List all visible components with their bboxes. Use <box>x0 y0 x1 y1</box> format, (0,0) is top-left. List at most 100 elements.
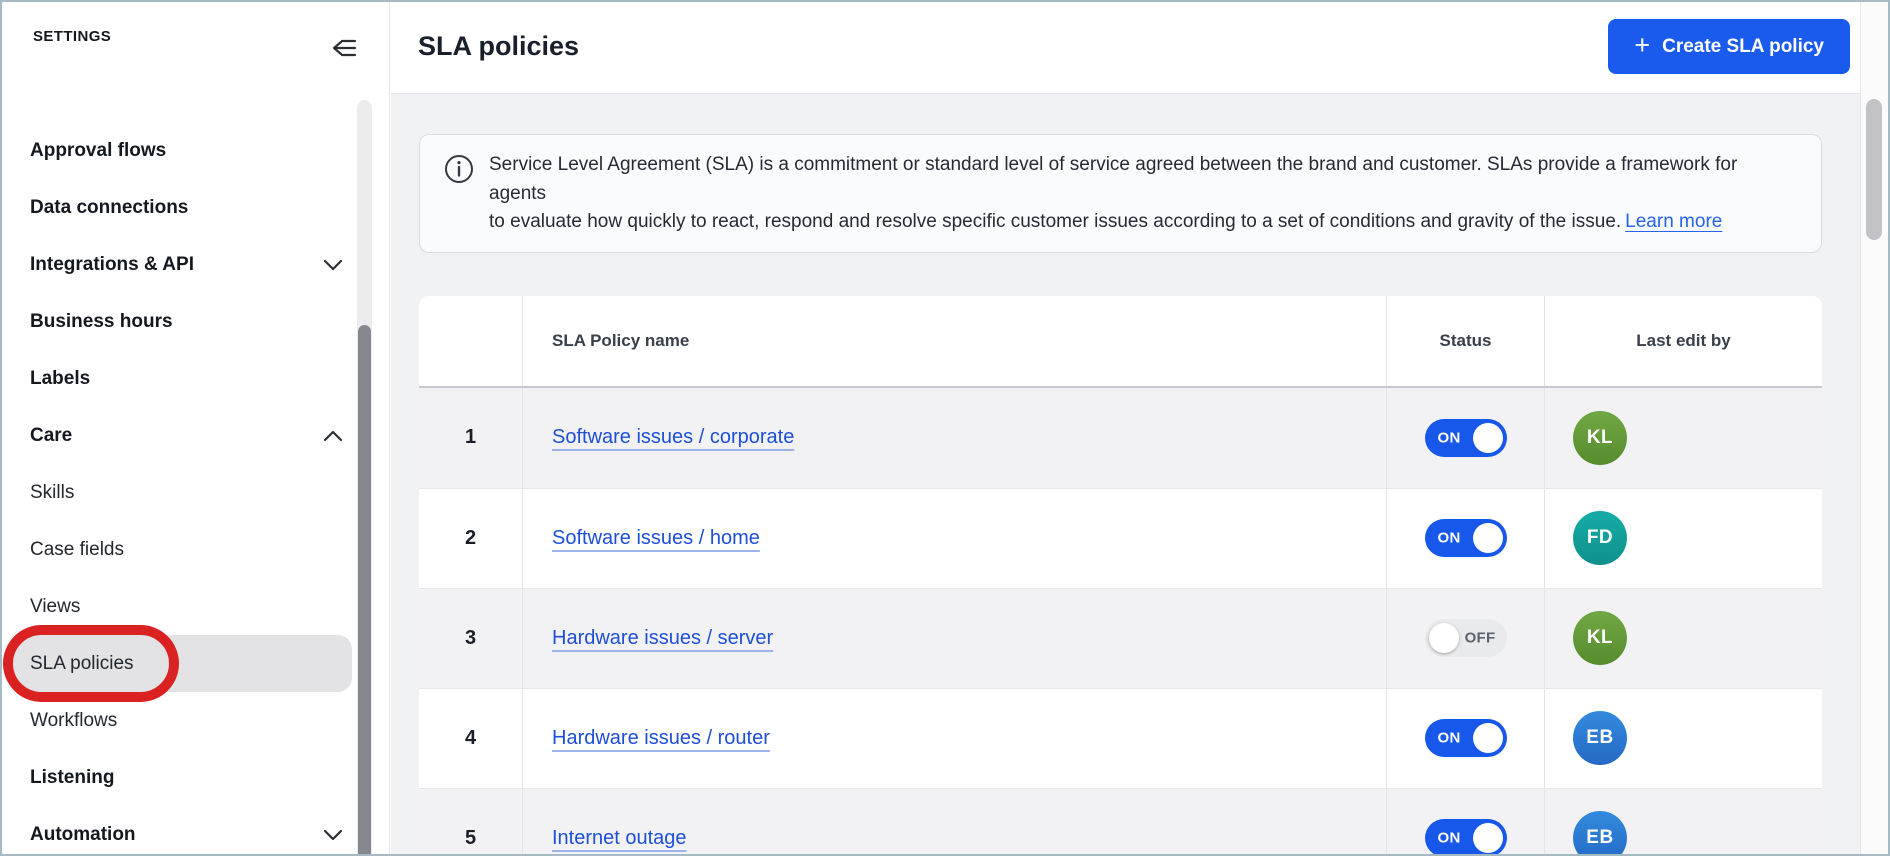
info-icon <box>444 154 474 237</box>
toggle-knob <box>1473 523 1503 553</box>
toggle-knob <box>1473 423 1503 453</box>
policy-name-cell: Software issues / home <box>522 489 1386 588</box>
sidebar-item-label: Labels <box>30 368 90 390</box>
sidebar-item-label: Case fields <box>30 539 124 561</box>
sidebar-item-label: Automation <box>30 824 136 846</box>
policy-name-link[interactable]: Hardware issues / server <box>523 627 773 650</box>
editor-avatar: KL <box>1573 411 1627 465</box>
sidebar-item-label: Skills <box>30 482 74 504</box>
toggle-state-label: ON <box>1438 730 1461 747</box>
table-row: 3 Hardware issues / server OFF KL <box>419 588 1822 688</box>
sidebar-item-label: Integrations & API <box>30 254 194 276</box>
sidebar-item-case-fields[interactable]: Case fields <box>0 521 389 578</box>
table-header-row: SLA Policy name Status Last edit by <box>419 296 1822 388</box>
toggle-state-label: OFF <box>1465 630 1496 647</box>
plus-icon: + <box>1634 32 1650 59</box>
column-header-status: Status <box>1386 296 1544 386</box>
sidebar-item-workflows[interactable]: Workflows <box>0 692 389 749</box>
toggle-knob <box>1429 623 1459 653</box>
status-toggle[interactable]: ON <box>1425 719 1507 757</box>
main-scrollbar-thumb[interactable] <box>1866 99 1882 240</box>
status-cell: ON <box>1386 489 1544 588</box>
chevron-down-icon <box>323 259 343 271</box>
last-edit-by-cell: KL <box>1544 589 1822 688</box>
table-row: 5 Internet outage ON EB <box>419 788 1822 855</box>
sidebar-item-care[interactable]: Care <box>0 407 389 464</box>
sidebar-item-data-connections[interactable]: Data connections <box>0 179 389 236</box>
toggle-knob <box>1473 823 1503 853</box>
settings-sidebar: SETTINGS Approval flows Data connections… <box>0 0 390 856</box>
status-cell: ON <box>1386 388 1544 488</box>
sidebar-scrollbar-thumb[interactable] <box>358 325 371 856</box>
policy-name-cell: Software issues / corporate <box>522 388 1386 488</box>
table-row: 2 Software issues / home ON FD <box>419 488 1822 588</box>
sidebar-item-integrations-api[interactable]: Integrations & API <box>0 236 389 293</box>
row-number: 4 <box>419 689 522 788</box>
chevron-down-icon <box>323 829 343 841</box>
status-toggle[interactable]: ON <box>1425 519 1507 557</box>
editor-avatar: FD <box>1573 511 1627 565</box>
status-cell: OFF <box>1386 589 1544 688</box>
policy-name-link[interactable]: Internet outage <box>523 827 687 850</box>
toggle-knob <box>1473 723 1503 753</box>
sidebar-item-labels[interactable]: Labels <box>0 350 389 407</box>
sla-info-banner: Service Level Agreement (SLA) is a commi… <box>419 134 1822 253</box>
row-number: 3 <box>419 589 522 688</box>
sidebar-item-label: Workflows <box>30 710 117 732</box>
sidebar-item-label: Approval flows <box>30 140 166 162</box>
sidebar-item-label: Views <box>30 596 80 618</box>
status-cell: ON <box>1386 789 1544 855</box>
last-edit-by-cell: KL <box>1544 388 1822 488</box>
row-number: 2 <box>419 489 522 588</box>
toggle-state-label: ON <box>1438 530 1461 547</box>
create-button-label: Create SLA policy <box>1662 36 1824 58</box>
chevron-up-icon <box>323 430 343 442</box>
last-edit-by-cell: EB <box>1544 789 1822 855</box>
status-toggle[interactable]: OFF <box>1425 619 1507 657</box>
sidebar-item-label: Business hours <box>30 311 173 333</box>
sidebar-item-views[interactable]: Views <box>0 578 389 635</box>
editor-avatar: KL <box>1573 611 1627 665</box>
status-cell: ON <box>1386 689 1544 788</box>
sla-info-text: Service Level Agreement (SLA) is a commi… <box>489 151 1797 237</box>
table-row: 4 Hardware issues / router ON EB <box>419 688 1822 788</box>
row-number: 1 <box>419 388 522 488</box>
last-edit-by-cell: FD <box>1544 489 1822 588</box>
sidebar-item-automation[interactable]: Automation <box>0 806 389 856</box>
sidebar-nav: Approval flows Data connections Integrat… <box>0 122 389 856</box>
sidebar-item-label: Data connections <box>30 197 188 219</box>
page-title: SLA policies <box>418 31 1608 62</box>
last-edit-by-cell: EB <box>1544 689 1822 788</box>
status-toggle[interactable]: ON <box>1425 819 1507 854</box>
sidebar-item-business-hours[interactable]: Business hours <box>0 293 389 350</box>
main-panel: SLA policies + Create SLA policy Service… <box>391 0 1860 856</box>
column-header-policy-name: SLA Policy name <box>522 296 1386 386</box>
content-area: Service Level Agreement (SLA) is a commi… <box>391 94 1860 854</box>
column-header-last-edit-by: Last edit by <box>1544 296 1822 386</box>
collapse-sidebar-icon[interactable] <box>325 30 361 66</box>
sidebar-item-label: Care <box>30 425 72 447</box>
toggle-state-label: ON <box>1438 429 1461 446</box>
policy-name-link[interactable]: Software issues / corporate <box>523 426 794 449</box>
sidebar-item-sla-policies[interactable]: SLA policies <box>0 635 389 692</box>
policy-name-cell: Internet outage <box>522 789 1386 855</box>
policy-name-link[interactable]: Software issues / home <box>523 527 760 550</box>
sidebar-item-listening[interactable]: Listening <box>0 749 389 806</box>
policy-name-cell: Hardware issues / server <box>522 589 1386 688</box>
status-toggle[interactable]: ON <box>1425 419 1507 457</box>
sidebar-item-label: SLA policies <box>30 653 134 675</box>
sidebar-item-skills[interactable]: Skills <box>0 464 389 521</box>
create-sla-policy-button[interactable]: + Create SLA policy <box>1608 19 1850 74</box>
editor-avatar: EB <box>1573 711 1627 765</box>
page-header: SLA policies + Create SLA policy <box>391 0 1860 94</box>
sla-policies-table: SLA Policy name Status Last edit by 1 So… <box>419 296 1822 855</box>
sidebar-title: SETTINGS <box>33 28 111 45</box>
sidebar-item-approval-flows[interactable]: Approval flows <box>0 122 389 179</box>
policy-name-cell: Hardware issues / router <box>522 689 1386 788</box>
policy-name-link[interactable]: Hardware issues / router <box>523 727 770 750</box>
learn-more-link[interactable]: Learn more <box>1625 211 1722 232</box>
sidebar-scrollbar-track <box>357 100 372 856</box>
row-number: 5 <box>419 789 522 855</box>
sidebar-item-label: Listening <box>30 767 114 789</box>
table-row: 1 Software issues / corporate ON KL <box>419 388 1822 488</box>
